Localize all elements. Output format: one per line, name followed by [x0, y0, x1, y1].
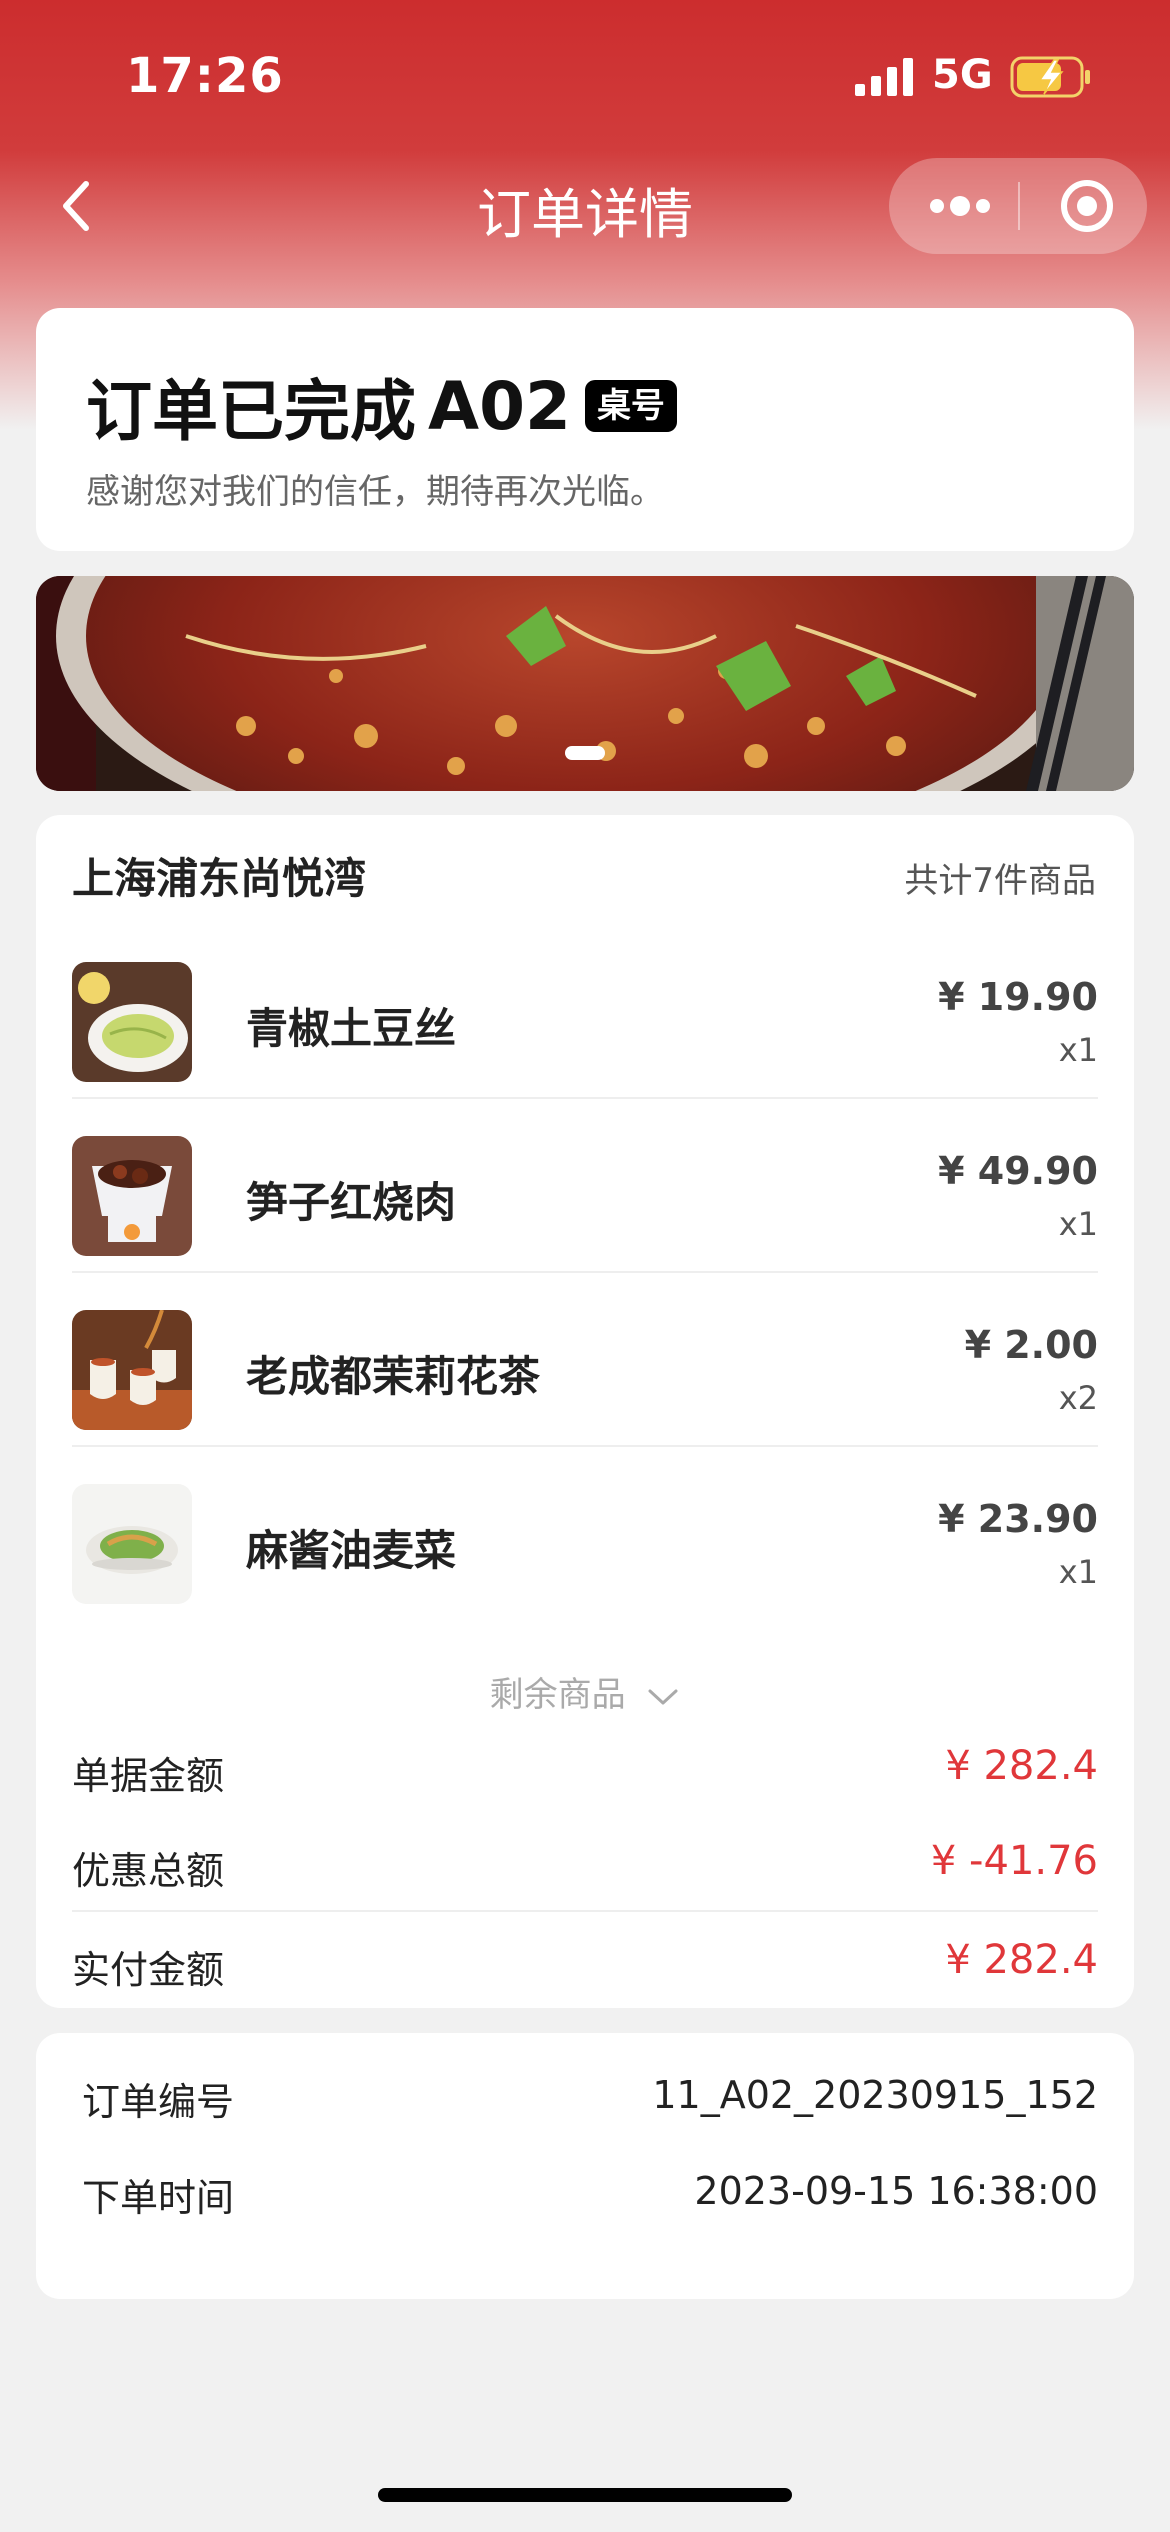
order-status-card: 订单已完成 A02 桌号 感谢您对我们的信任，期待再次光临。 [36, 308, 1134, 551]
home-indicator[interactable] [378, 2488, 792, 2502]
item-price: ¥ 19.90 [938, 975, 1098, 1019]
thank-you-message: 感谢您对我们的信任，期待再次光临。 [86, 472, 664, 512]
discount-value: ¥ -41.76 [930, 1838, 1098, 1884]
item-name: 青椒土豆丝 [246, 1004, 457, 1053]
item-name: 笋子红烧肉 [246, 1178, 457, 1227]
order-info-card: 订单编号 11_A02_20230915_152 下单时间 2023-09-15… [36, 2033, 1134, 2299]
paid-amount-label: 实付金额 [72, 1948, 225, 1992]
order-number-value[interactable]: 11_A02_20230915_152 [652, 2073, 1098, 2117]
banner-indicator [565, 746, 605, 760]
item-quantity: x1 [1058, 1205, 1098, 1243]
item-price: ¥ 23.90 [938, 1497, 1098, 1541]
order-status-title: 订单已完成 A02 桌号 [86, 358, 677, 454]
order-time-label: 下单时间 [82, 2176, 235, 2220]
order-number-label: 订单编号 [82, 2080, 235, 2124]
discount-row: 优惠总额 ¥ -41.76 [72, 1832, 1098, 1893]
item-quantity: x1 [1058, 1031, 1098, 1069]
list-item[interactable]: 麻酱油麦菜 ¥ 23.90 x1 [72, 1447, 1098, 1621]
braised-pork-thumb [72, 1136, 192, 1256]
status-time: 17:26 [126, 48, 284, 104]
order-detail-page: 17:26 5G 订单详情 订单已完成 A02 桌号 感谢您对我们的信任，期待再… [0, 0, 1170, 2532]
bill-amount-value: ¥ 282.4 [945, 1743, 1098, 1789]
more-dots-icon[interactable] [927, 188, 993, 224]
discount-label: 优惠总额 [72, 1849, 225, 1893]
list-item[interactable]: 老成都茉莉花茶 ¥ 2.00 x2 [72, 1273, 1098, 1447]
promo-banner[interactable] [36, 576, 1134, 791]
item-name: 麻酱油麦菜 [246, 1526, 457, 1575]
order-items-card: 上海浦东尚悦湾 共计7件商品 青椒土豆丝 ¥ 19.90 x1 笋子红烧肉 ¥ … [36, 815, 1134, 2008]
battery-charging-icon [1010, 56, 1090, 98]
more-items-toggle[interactable]: 剩余商品 [36, 1667, 1134, 1716]
signal-icon [855, 58, 913, 96]
item-quantity: x2 [1058, 1379, 1098, 1417]
order-number-row: 订单编号 11_A02_20230915_152 [82, 2069, 1106, 2129]
summary-divider [72, 1910, 1098, 1912]
jasmine-tea-thumb [72, 1310, 192, 1430]
lettuce-sesame-thumb [72, 1484, 192, 1604]
paid-amount-value: ¥ 282.4 [945, 1937, 1098, 1983]
network-label: 5G [932, 52, 993, 98]
order-status-text: 订单已完成 [86, 373, 416, 450]
bill-amount-row: 单据金额 ¥ 282.4 [72, 1737, 1098, 1798]
order-time-row: 下单时间 2023-09-15 16:38:00 [82, 2165, 1106, 2225]
list-item[interactable]: 笋子红烧肉 ¥ 49.90 x1 [72, 1099, 1098, 1273]
list-item[interactable]: 青椒土豆丝 ¥ 19.90 x1 [72, 925, 1098, 1099]
table-badge: 桌号 [584, 380, 677, 432]
capsule-divider [1018, 182, 1020, 230]
item-price: ¥ 49.90 [938, 1149, 1098, 1193]
status-bar: 17:26 5G [0, 0, 1170, 150]
order-time-value: 2023-09-15 16:38:00 [694, 2169, 1098, 2213]
store-name: 上海浦东尚悦湾 [72, 854, 367, 903]
mini-program-capsule [889, 158, 1147, 254]
shredded-potato-thumb [72, 962, 192, 1082]
more-items-label: 剩余商品 [489, 1675, 626, 1715]
item-name: 老成都茉莉花茶 [246, 1352, 541, 1401]
close-target-icon[interactable] [1059, 178, 1115, 234]
item-quantity: x1 [1058, 1553, 1098, 1591]
item-count: 共计7件商品 [904, 861, 1096, 901]
bill-amount-label: 单据金额 [72, 1754, 225, 1798]
paid-amount-row: 实付金额 ¥ 282.4 [72, 1931, 1098, 1992]
chevron-down-icon [648, 1689, 678, 1704]
table-number: A02 [428, 367, 571, 445]
item-price: ¥ 2.00 [964, 1323, 1098, 1367]
